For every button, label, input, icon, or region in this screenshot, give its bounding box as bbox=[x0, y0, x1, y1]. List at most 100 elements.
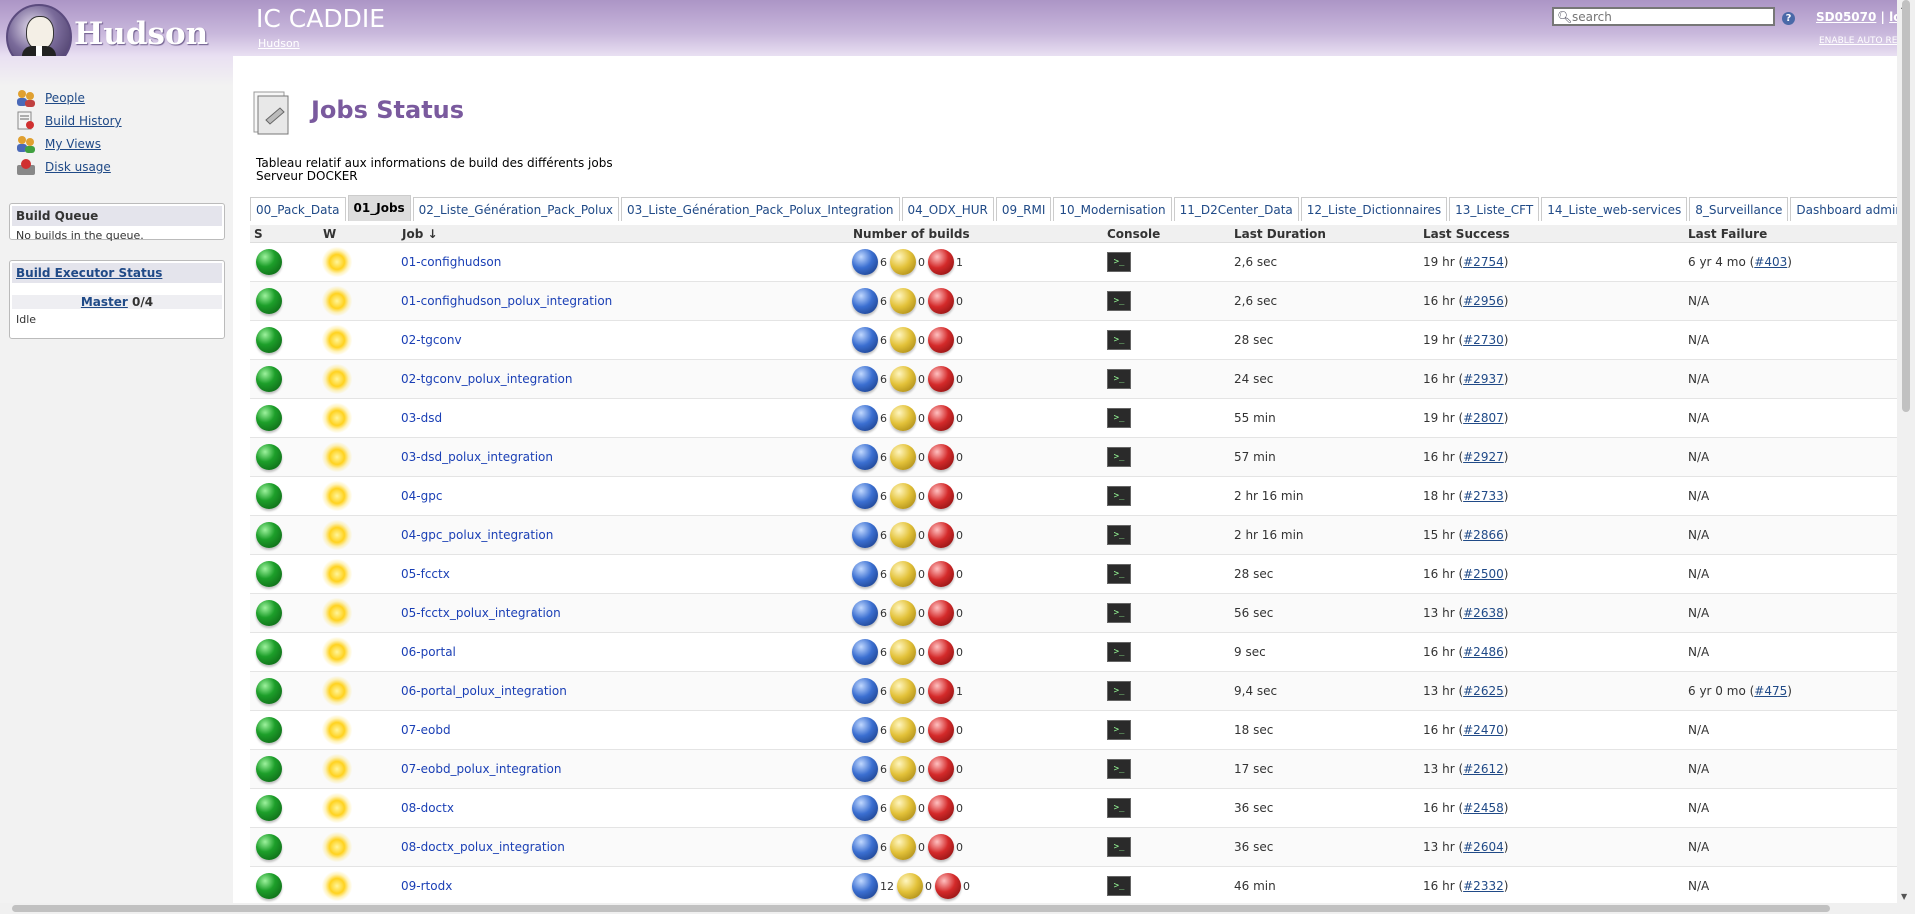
build-executor-link[interactable]: Build Executor Status bbox=[16, 266, 162, 280]
tab-8-surveillance[interactable]: 8_Surveillance bbox=[1689, 197, 1789, 221]
job-link[interactable]: 02-tgconv_polux_integration bbox=[401, 372, 573, 386]
master-node-link[interactable]: Master bbox=[81, 295, 128, 309]
tab-dashboard-admin[interactable]: Dashboard admin bbox=[1790, 197, 1900, 221]
job-link[interactable]: 05-fcctx_polux_integration bbox=[401, 606, 561, 620]
tab-01-jobs[interactable]: 01_Jobs bbox=[347, 195, 411, 221]
console-icon[interactable]: >_ bbox=[1107, 759, 1131, 779]
job-link[interactable]: 02-tgconv bbox=[401, 333, 462, 347]
last-failure-build-link[interactable]: #475 bbox=[1754, 684, 1787, 698]
status-ball-icon bbox=[256, 249, 282, 275]
console-cell: >_ bbox=[1103, 632, 1230, 672]
last-failure-build-link[interactable]: #403 bbox=[1754, 255, 1787, 269]
last-success-time: 15 hr bbox=[1423, 528, 1455, 542]
column-header-builds[interactable]: Number of builds bbox=[849, 225, 1103, 243]
sidebar-item-label[interactable]: People bbox=[45, 91, 85, 105]
tab-09-rmi[interactable]: 09_RMI bbox=[995, 197, 1052, 221]
console-icon[interactable]: >_ bbox=[1107, 876, 1131, 896]
console-icon[interactable]: >_ bbox=[1107, 486, 1131, 506]
column-header-last-success[interactable]: Last Success bbox=[1419, 225, 1684, 243]
job-link[interactable]: 06-portal_polux_integration bbox=[401, 684, 567, 698]
last-success-build-link[interactable]: #2625 bbox=[1463, 684, 1504, 698]
tab-00-pack-data[interactable]: 00_Pack_Data bbox=[250, 197, 346, 221]
job-link[interactable]: 01-confighudson_polux_integration bbox=[401, 294, 612, 308]
last-success-build-link[interactable]: #2500 bbox=[1463, 567, 1504, 581]
last-success-build-link[interactable]: #2332 bbox=[1463, 879, 1504, 893]
search-input[interactable] bbox=[1572, 10, 1767, 24]
job-link[interactable]: 04-gpc bbox=[401, 489, 442, 503]
horizontal-scroll-thumb[interactable] bbox=[12, 905, 1830, 912]
console-icon[interactable]: >_ bbox=[1107, 642, 1131, 662]
last-success-build-link[interactable]: #2956 bbox=[1463, 294, 1504, 308]
red-ball-icon bbox=[928, 249, 954, 275]
help-icon[interactable]: ? bbox=[1782, 12, 1795, 25]
column-header-weather[interactable]: W bbox=[319, 225, 398, 243]
sidebar-item-label[interactable]: Build History bbox=[45, 114, 122, 128]
console-icon[interactable]: >_ bbox=[1107, 252, 1131, 272]
tab-04-odx-hur[interactable]: 04_ODX_HUR bbox=[901, 197, 994, 221]
red-ball-icon bbox=[928, 795, 954, 821]
hudson-logo[interactable]: Hudson bbox=[6, 4, 236, 70]
vertical-scroll-thumb[interactable] bbox=[1902, 0, 1910, 412]
last-success-build-link[interactable]: #2866 bbox=[1463, 528, 1504, 542]
last-success-build-link[interactable]: #2937 bbox=[1463, 372, 1504, 386]
console-icon[interactable]: >_ bbox=[1107, 408, 1131, 428]
tab-11-d2center-data[interactable]: 11_D2Center_Data bbox=[1173, 197, 1299, 221]
job-link[interactable]: 07-eobd_polux_integration bbox=[401, 762, 561, 776]
column-header-last-duration[interactable]: Last Duration bbox=[1230, 225, 1419, 243]
column-header-job[interactable]: Job ↓ bbox=[398, 225, 849, 243]
console-icon[interactable]: >_ bbox=[1107, 330, 1131, 350]
tab-02-liste-g-n-ration-pack-polux[interactable]: 02_Liste_Génération_Pack_Polux bbox=[412, 197, 620, 221]
console-icon[interactable]: >_ bbox=[1107, 369, 1131, 389]
last-success-build-link[interactable]: #2733 bbox=[1463, 489, 1504, 503]
console-icon[interactable]: >_ bbox=[1107, 447, 1131, 467]
tab-12-liste-dictionnaires[interactable]: 12_Liste_Dictionnaires bbox=[1300, 197, 1448, 221]
sidebar-item-label[interactable]: Disk usage bbox=[45, 160, 111, 174]
user-link[interactable]: SD05070 bbox=[1816, 10, 1876, 24]
last-success-build-link[interactable]: #2754 bbox=[1463, 255, 1504, 269]
last-success-build-link[interactable]: #2927 bbox=[1463, 450, 1504, 464]
vertical-scrollbar[interactable]: ▲ ▼ bbox=[1897, 0, 1915, 903]
job-link[interactable]: 04-gpc_polux_integration bbox=[401, 528, 553, 542]
horizontal-scrollbar[interactable] bbox=[0, 903, 1915, 914]
column-header-status[interactable]: S bbox=[250, 225, 319, 243]
search-box[interactable]: 🔍︎ bbox=[1552, 7, 1775, 26]
console-icon[interactable]: >_ bbox=[1107, 681, 1131, 701]
scroll-down-arrow-icon[interactable]: ▼ bbox=[1901, 892, 1907, 901]
console-icon[interactable]: >_ bbox=[1107, 837, 1131, 857]
last-success-build-link[interactable]: #2638 bbox=[1463, 606, 1504, 620]
tab-14-liste-web-services[interactable]: 14_Liste_web-services bbox=[1541, 197, 1688, 221]
job-link[interactable]: 08-doctx bbox=[401, 801, 454, 815]
console-icon[interactable]: >_ bbox=[1107, 564, 1131, 584]
job-link[interactable]: 03-dsd_polux_integration bbox=[401, 450, 553, 464]
job-link[interactable]: 08-doctx_polux_integration bbox=[401, 840, 565, 854]
breadcrumb-hudson-link[interactable]: Hudson bbox=[258, 37, 300, 50]
tab-10-modernisation[interactable]: 10_Modernisation bbox=[1053, 197, 1172, 221]
console-icon[interactable]: >_ bbox=[1107, 291, 1131, 311]
tab-13-liste-cft[interactable]: 13_Liste_CFT bbox=[1449, 197, 1540, 221]
last-success-build-link[interactable]: #2730 bbox=[1463, 333, 1504, 347]
status-cell bbox=[250, 749, 319, 789]
console-icon[interactable]: >_ bbox=[1107, 603, 1131, 623]
console-icon[interactable]: >_ bbox=[1107, 525, 1131, 545]
job-link[interactable]: 01-confighudson bbox=[401, 255, 501, 269]
tab-03-liste-g-n-ration-pack-polux-integration[interactable]: 03_Liste_Génération_Pack_Polux_Integrati… bbox=[621, 197, 900, 221]
last-success-build-link[interactable]: #2807 bbox=[1463, 411, 1504, 425]
job-link[interactable]: 07-eobd bbox=[401, 723, 451, 737]
failed-builds-count: 0 bbox=[956, 801, 963, 815]
console-icon[interactable]: >_ bbox=[1107, 720, 1131, 740]
job-link[interactable]: 05-fcctx bbox=[401, 567, 450, 581]
last-success-build-link[interactable]: #2458 bbox=[1463, 801, 1504, 815]
sidebar-item-label[interactable]: My Views bbox=[45, 137, 101, 151]
enable-auto-refresh-link[interactable]: ENABLE AUTO RE bbox=[1819, 36, 1897, 46]
success-builds-count: 6 bbox=[880, 723, 887, 737]
last-success-build-link[interactable]: #2470 bbox=[1463, 723, 1504, 737]
column-header-console[interactable]: Console bbox=[1103, 225, 1230, 243]
job-link[interactable]: 06-portal bbox=[401, 645, 456, 659]
last-success-build-link[interactable]: #2486 bbox=[1463, 645, 1504, 659]
last-success-build-link[interactable]: #2612 bbox=[1463, 762, 1504, 776]
console-icon[interactable]: >_ bbox=[1107, 798, 1131, 818]
last-success-build-link[interactable]: #2604 bbox=[1463, 840, 1504, 854]
column-header-last-failure[interactable]: Last Failure bbox=[1684, 225, 1900, 243]
job-link[interactable]: 09-rtodx bbox=[401, 879, 452, 893]
job-link[interactable]: 03-dsd bbox=[401, 411, 442, 425]
